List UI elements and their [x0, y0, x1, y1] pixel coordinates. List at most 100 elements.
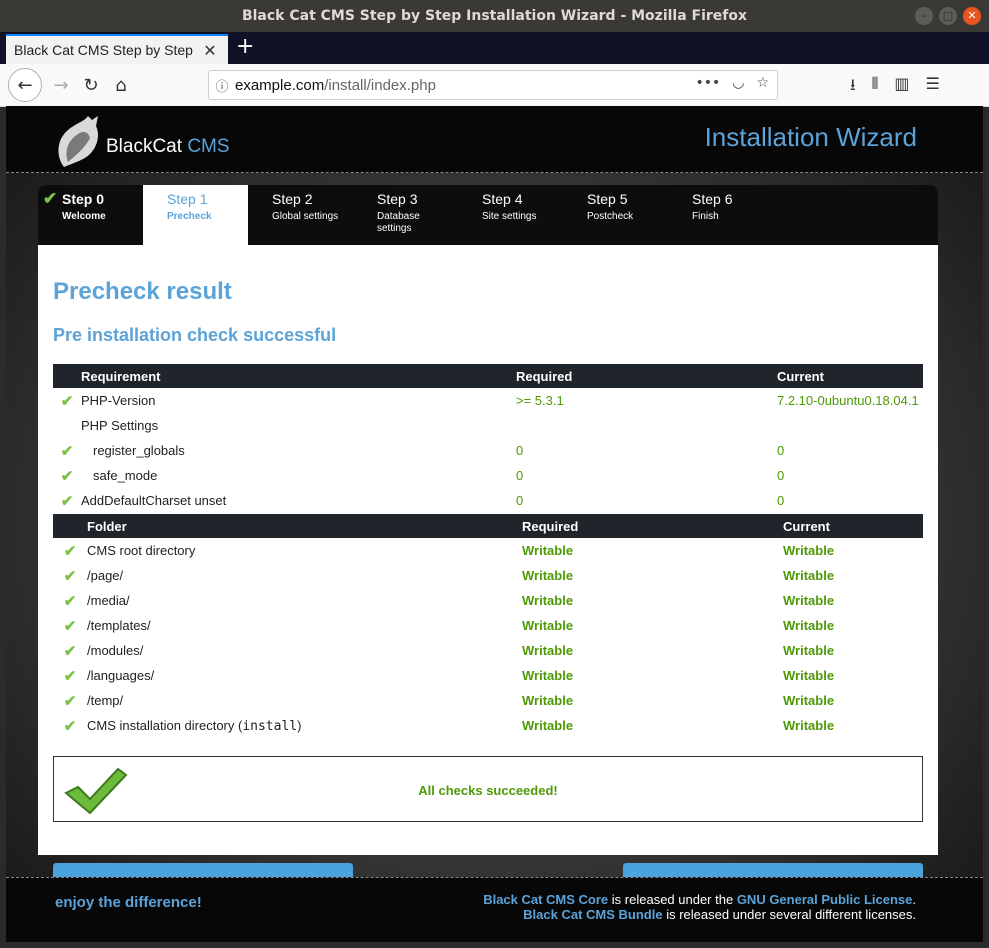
step-desc: Global settings [272, 211, 339, 222]
sidebar-icon[interactable]: ▥ [894, 74, 909, 101]
step-0[interactable]: ✔ Step 0 Welcome [38, 185, 143, 245]
step-desc: Precheck [167, 211, 212, 222]
logo-text: BlackCat CMS [106, 136, 230, 158]
check-icon: ✔ [63, 617, 77, 635]
download-icon[interactable]: ⭳ [850, 74, 856, 101]
reload-icon[interactable]: ↻ [76, 70, 106, 100]
folder-name: CMS installation directory (install) [87, 713, 522, 738]
install-prefix: CMS installation directory ( [87, 717, 243, 733]
home-icon[interactable]: ⌂ [106, 70, 136, 100]
step-desc: Finish [692, 211, 719, 222]
requirements-table: Requirement Required Current ✔ PHP-Versi… [53, 364, 923, 513]
page-subtitle: Pre installation check successful [53, 325, 337, 345]
browser-tab[interactable]: Black Cat CMS Step by Step ✕ [6, 34, 228, 64]
page-actions-icon[interactable]: ••• [695, 75, 720, 91]
toolbar-right: ⭳ ⫴ ▥ ☰ [850, 74, 940, 101]
step-desc: Postcheck [587, 211, 634, 222]
folder-table: Folder Required Current ✔ CMS root direct… [53, 514, 923, 738]
check-icon: ✔ [63, 692, 77, 710]
bundle-link[interactable]: Black Cat CMS Bundle [523, 907, 662, 922]
blackcat-logo-icon [58, 116, 98, 167]
check-icon: ✔ [63, 667, 77, 685]
logo-name: BlackCat [106, 136, 183, 157]
required-value: 0 [516, 468, 524, 483]
folder-name: /modules/ [87, 643, 144, 658]
core-link[interactable]: Black Cat CMS Core [483, 892, 608, 907]
tab-close-icon[interactable]: ✕ [200, 41, 220, 60]
result-box: All checks succeeded! [53, 756, 923, 822]
step-name: Step 4 [482, 191, 523, 207]
step-4[interactable]: Step 4 Site settings [458, 185, 563, 245]
step-3[interactable]: Step 3 Database settings [353, 185, 458, 245]
tab-title: Black Cat CMS Step by Step [14, 42, 193, 58]
header-folder: Folder [87, 514, 522, 538]
step-desc: Site settings [482, 211, 537, 222]
site-footer: enjoy the difference! Black Cat CMS Core… [6, 877, 983, 942]
step-6[interactable]: Step 6 Finish [668, 185, 773, 245]
step-2[interactable]: Step 2 Global settings [248, 185, 353, 245]
step-desc: Database settings [377, 211, 420, 234]
check-icon: ✔ [63, 542, 77, 560]
check-icon: ✔ [63, 567, 77, 585]
main-content: Precheck result Pre installation check s… [38, 245, 938, 855]
step-name: Step 5 [587, 191, 628, 207]
step-navigation: ✔ Step 0 Welcome Step 1 Precheck Step 2 … [38, 185, 938, 245]
header-required: Required [516, 364, 777, 388]
close-window-button[interactable]: ✕ [963, 7, 981, 25]
current-value: Writable [783, 668, 835, 683]
url-host: example.com [235, 76, 325, 94]
step-name: Step 1 [167, 191, 208, 207]
maximize-button[interactable]: □ [939, 7, 957, 25]
url-bar[interactable]: ⓘ example.com/install/index.php ••• ◡ ☆ [208, 70, 778, 100]
bookmark-star-icon[interactable]: ☆ [756, 75, 769, 91]
minimize-button[interactable]: – [915, 7, 933, 25]
check-icon: ✔ [60, 467, 74, 485]
requirement-name: PHP Settings [81, 418, 159, 433]
requirement-name: safe_mode [93, 468, 158, 483]
back-icon[interactable]: ← [8, 68, 42, 102]
url-actions: ••• ◡ ☆ [695, 75, 769, 91]
table-row: ✔ safe_mode 0 0 [53, 463, 923, 488]
page-title: Precheck result [53, 278, 232, 305]
new-tab-icon[interactable]: + [236, 36, 254, 58]
footer-tagline: enjoy the difference! [55, 894, 202, 911]
step-name: Step 3 [377, 191, 418, 207]
required-value: Writable [522, 643, 574, 658]
required-value: Writable [522, 568, 574, 583]
site-info-icon[interactable]: ⓘ [209, 76, 235, 95]
logo-cms: CMS [187, 136, 230, 157]
folder-name: /templates/ [87, 618, 151, 633]
step-1[interactable]: Step 1 Precheck [143, 185, 248, 245]
pocket-icon[interactable]: ◡ [732, 75, 744, 91]
check-icon: ✔ [63, 592, 77, 610]
step-5[interactable]: Step 5 Postcheck [563, 185, 668, 245]
current-value: Writable [783, 618, 835, 633]
check-icon: ✔ [63, 717, 77, 735]
required-value: Writable [522, 593, 574, 608]
table-row: ✔ /temp/Writable Writable [53, 688, 923, 713]
table-row: ✔ CMS root directory Writable Writable [53, 538, 923, 563]
table-row: ✔ register_globals 0 0 [53, 438, 923, 463]
header-requirement: Requirement [81, 364, 516, 388]
check-icon: ✔ [60, 392, 74, 410]
check-icon: ✔ [60, 442, 74, 460]
window-controls: – □ ✕ [915, 7, 981, 25]
gpl-link[interactable]: GNU General Public License [737, 892, 913, 907]
forward-icon[interactable]: → [46, 70, 76, 100]
table-header-row: Folder Required Current [53, 514, 923, 538]
required-value: 0 [516, 443, 524, 458]
current-value: 7.2.10-0ubuntu0.18.04.1 [777, 393, 919, 408]
header-current: Current [783, 514, 923, 538]
check-icon: ✔ [60, 492, 74, 510]
library-icon[interactable]: ⫴ [872, 74, 879, 101]
header-spacer [53, 364, 81, 388]
current-value: Writable [783, 543, 835, 558]
table-row: ✔ /media/Writable Writable [53, 588, 923, 613]
menu-icon[interactable]: ☰ [925, 74, 939, 101]
requirement-name: register_globals [93, 443, 185, 458]
current-value: Writable [783, 693, 835, 708]
table-row: ✔ PHP-Version >= 5.3.1 7.2.10-0ubuntu0.1… [53, 388, 923, 413]
required-value: >= 5.3.1 [516, 393, 564, 408]
bundle-text: is released under several different lice… [662, 907, 916, 922]
step-name: Step 2 [272, 191, 313, 207]
